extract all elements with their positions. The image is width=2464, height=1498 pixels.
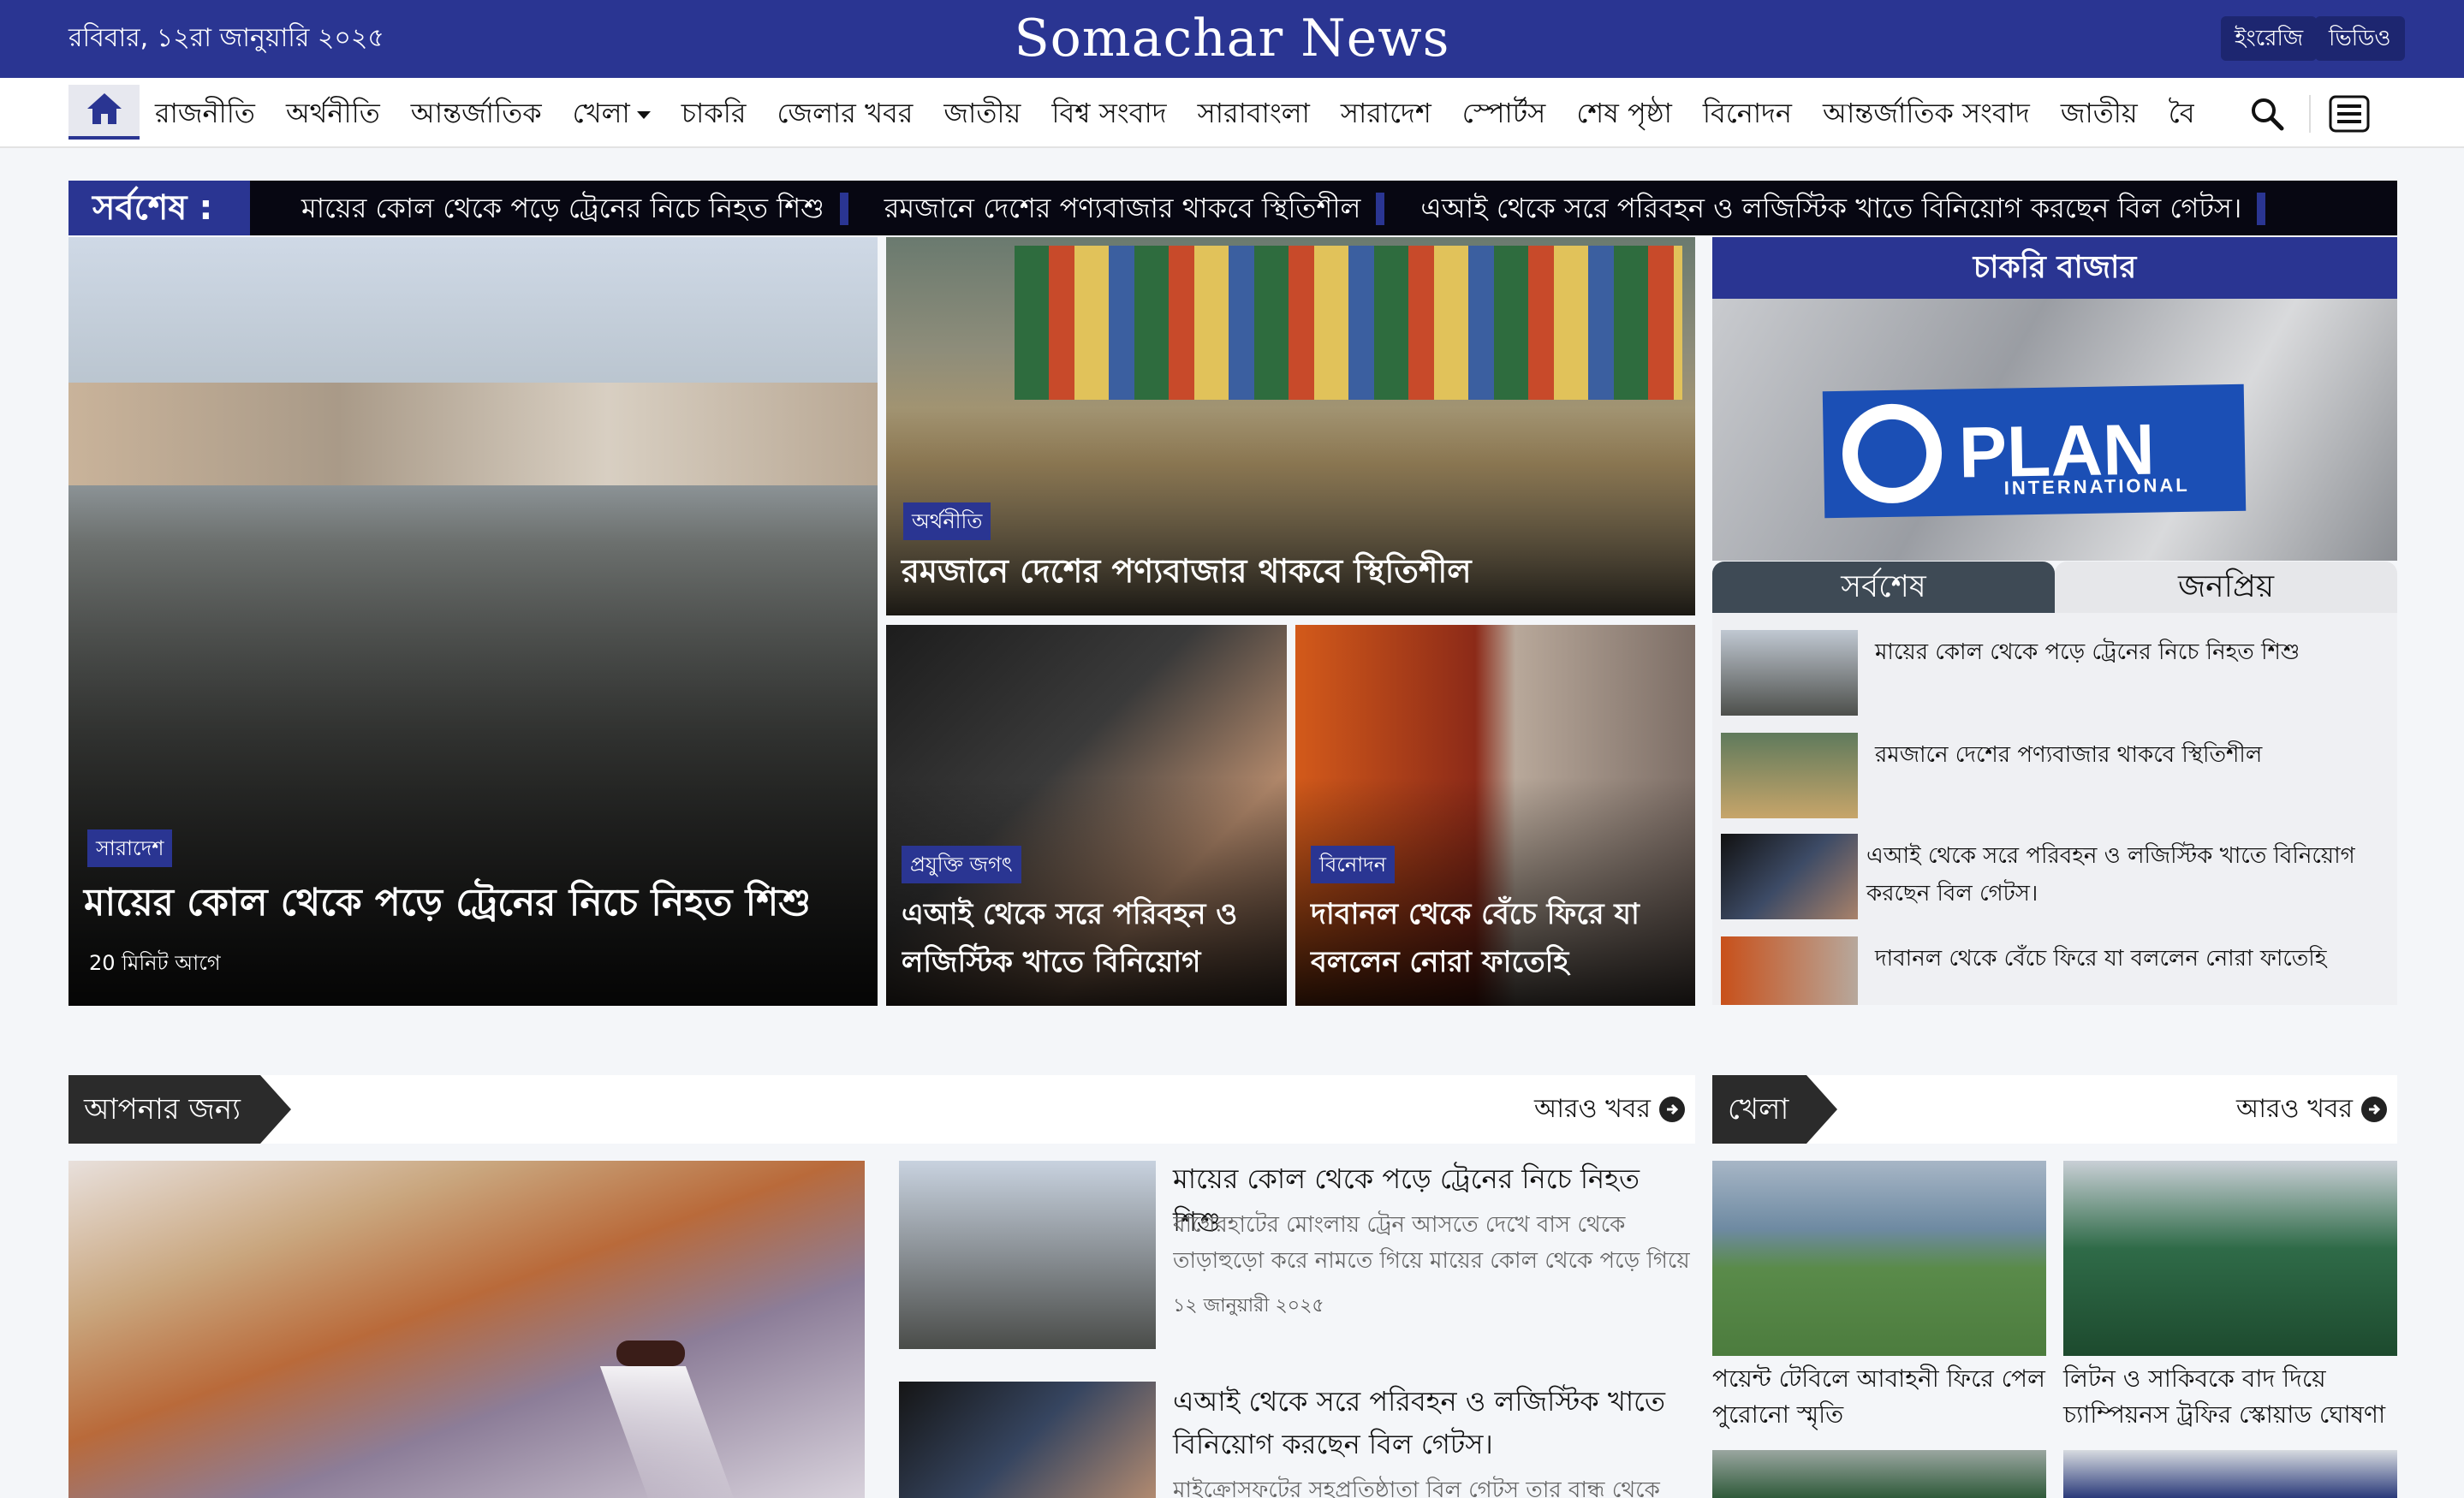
arrow-right-icon — [2361, 1097, 2387, 1122]
nav-item-last-page[interactable]: শেষ পৃষ্ঠা — [1561, 78, 1687, 148]
breaking-ticker: সর্বশেষ : মায়ের কোল থেকে পড়ে ট্রেনের ন… — [68, 181, 2397, 235]
list-item[interactable]: মায়ের কোল থেকে পড়ে ট্রেনের নিচে নিহত শ… — [1721, 630, 2389, 716]
ticker-label: সর্বশেষ : — [68, 181, 250, 235]
plan-international-ad[interactable]: PLAN INTERNATIONAL — [1712, 299, 2397, 561]
article-title[interactable]: এআই থেকে সরে পরিবহন ও লজিস্টিক খাতে বিনি… — [1173, 1380, 1687, 1465]
category-badge[interactable]: বিনোদন — [1311, 846, 1396, 883]
more-label: আরও খবর — [2235, 1094, 2353, 1124]
list-item-title: রমজানে দেশের পণ্যবাজার থাকবে স্থিতিশীল — [1875, 742, 2263, 768]
thumbnail — [1721, 630, 1858, 716]
hero-bottom-left-title[interactable]: এআই থেকে সরে পরিবহন ও লজিস্টিক খাতে বিনি… — [902, 890, 1278, 986]
category-badge[interactable]: সারাদেশ — [87, 829, 173, 867]
sports-section-header: খেলা আরও খবর — [1712, 1075, 2397, 1144]
thumbnail — [1721, 834, 1858, 919]
sports-thumbnail[interactable] — [2063, 1161, 2397, 1356]
search-icon[interactable] — [2247, 93, 2288, 134]
for-you-featured-image[interactable] — [68, 1161, 865, 1498]
nav-list: রাজনীতি অর্থনীতি আন্তর্জাতিক খেলা চাকরি জেলার… — [140, 78, 2194, 148]
plan-logo: PLAN INTERNATIONAL — [1822, 383, 2247, 519]
nav-divider — [2309, 95, 2311, 133]
nav-item-saradesh[interactable]: সারাদেশ — [1325, 78, 1447, 148]
hero-bottom-right-title[interactable]: দাবানল থেকে বেঁচে ফিরে যা বললেন নোরা ফাত… — [1311, 890, 1679, 986]
for-you-section-header: আপনার জন্য আরও খবর — [68, 1075, 1695, 1144]
nav-item-national[interactable]: জাতীয় — [928, 78, 1036, 148]
nav-home[interactable] — [68, 85, 140, 140]
nav-item-international-news[interactable]: আন্তর্জাতিক সংবাদ — [1807, 78, 2045, 148]
hero-main-card[interactable]: সারাদেশ মায়ের কোল থেকে পড়ে ট্রেনের নিচ… — [68, 237, 878, 1006]
list-item[interactable]: রমজানে দেশের পণ্যবাজার থাকবে স্থিতিশীল — [1721, 733, 2389, 818]
sports-thumbnail[interactable] — [2063, 1450, 2397, 1498]
more-label: আরও খবর — [1533, 1094, 1651, 1124]
article-excerpt: বাগেরহাটের মোংলায় ট্রেন আসতে দেখে বাস থ… — [1173, 1212, 1690, 1274]
category-badge[interactable]: প্রযুক্তি জগৎ — [902, 846, 1021, 883]
sports-title: খেলা — [1712, 1075, 1837, 1144]
nav-item-sports[interactable]: স্পোর্টস — [1447, 78, 1562, 148]
nav-item-truncated[interactable]: বৈ — [2153, 78, 2194, 148]
hero-bottom-left-card[interactable]: প্রযুক্তি জগৎ এআই থেকে সরে পরিবহন ও লজিস… — [886, 625, 1287, 1006]
helicopter-image — [616, 1340, 685, 1366]
hero-top-card[interactable]: অর্থনীতি রমজানে দেশের পণ্যবাজার থাকবে স্… — [886, 237, 1695, 615]
ticker-items: মায়ের কোল থেকে পড়ে ট্রেনের নিচে নিহত শ… — [265, 181, 2397, 235]
list-item[interactable]: এআই থেকে সরে পরিবহন ও লজিস্টিক খাতে বিনি… — [1721, 834, 2389, 919]
video-button[interactable]: ভিডিও — [2315, 16, 2405, 61]
thumbnail — [1721, 936, 1858, 1005]
nav-item-economy[interactable]: অর্থনীতি — [271, 78, 396, 148]
hero-main-time: 20 মিনিট আগে — [89, 951, 221, 975]
english-button[interactable]: ইংরেজি — [2221, 16, 2318, 61]
menu-icon[interactable] — [2329, 93, 2370, 134]
sports-item-title[interactable]: লিটন ও সাকিবকে বাদ দিয়ে চ্যাম্পিয়নস ট্… — [2063, 1361, 2397, 1433]
ticker-item[interactable]: রমজানে দেশের পণ্যবাজার থাকবে স্থিতিশীল — [848, 181, 1385, 235]
image-shade — [68, 544, 878, 1006]
latest-news-list: মায়ের কোল থেকে পড়ে ট্রেনের নিচে নিহত শ… — [1712, 613, 2397, 1005]
thumbnail — [1721, 733, 1858, 818]
sports-thumbnail[interactable] — [1712, 1161, 2046, 1356]
nav-item-politics[interactable]: রাজনীতি — [140, 78, 271, 148]
sports-item-title[interactable]: পয়েন্ট টেবিলে আবাহনী ফিরে পেল পুরোনো স্… — [1712, 1361, 2046, 1433]
article-thumbnail[interactable] — [899, 1161, 1156, 1349]
main-nav: রাজনীতি অর্থনীতি আন্তর্জাতিক খেলা চাকরি জেলার… — [0, 78, 2464, 148]
for-you-title: আপনার জন্য — [68, 1075, 291, 1144]
nav-item-sports-dropdown[interactable]: খেলা — [557, 78, 666, 148]
nav-item-sarabangla[interactable]: সারাবাংলা — [1182, 78, 1325, 148]
nav-item-entertainment[interactable]: বিনোদন — [1687, 78, 1807, 148]
nav-item-international[interactable]: আন্তর্জাতিক — [396, 78, 557, 148]
jobs-section-title[interactable]: চাকরি বাজার — [1712, 237, 2397, 299]
article-thumbnail[interactable] — [899, 1382, 1156, 1498]
list-item-title: এআই থেকে সরে পরিবহন ও লজিস্টিক খাতে বিনি… — [1866, 843, 2355, 907]
hero-bottom-right-card[interactable]: বিনোদন দাবানল থেকে বেঁচে ফিরে যা বললেন ন… — [1295, 625, 1695, 1006]
sports-thumbnail[interactable] — [1712, 1450, 2046, 1498]
list-item-title: মায়ের কোল থেকে পড়ে ট্রেনের নিচে নিহত শ… — [1875, 639, 2300, 665]
hero-main-image — [68, 383, 878, 485]
tab-popular[interactable]: জনপ্রিয় — [2055, 562, 2397, 613]
chevron-down-icon — [636, 110, 651, 119]
nav-item-world-news[interactable]: বিশ্ব সংবাদ — [1036, 78, 1181, 148]
hero-top-image — [1015, 246, 1682, 400]
ticker-item[interactable]: এআই থেকে সরে পরিবহন ও লজিস্টিক খাতে বিনি… — [1384, 181, 2266, 235]
top-bar: রবিবার, ১২রা জানুয়ারি ২০২৫ Somachar New… — [0, 0, 2464, 78]
ticker-item[interactable]: মায়ের কোল থেকে পড়ে ট্রেনের নিচে নিহত শ… — [265, 181, 848, 235]
article-date: ১২ জানুয়ারী ২০২৫ — [1173, 1295, 1324, 1317]
arrow-right-icon — [1659, 1097, 1685, 1122]
list-item-title: দাবানল থেকে বেঁচে ফিরে যা বললেন নোরা ফাত… — [1875, 946, 2327, 972]
sports-more-link[interactable]: আরও খবর — [2236, 1075, 2387, 1144]
nav-item-label: খেলা — [572, 97, 630, 129]
plan-logo-subtext: INTERNATIONAL — [2003, 473, 2190, 499]
nav-item-national-2[interactable]: জাতীয় — [2045, 78, 2153, 148]
hero-main-title[interactable]: মায়ের কোল থেকে পড়ে ট্রেনের নিচে নিহত শ… — [84, 879, 811, 927]
tab-latest[interactable]: সর্বশেষ — [1712, 562, 2055, 613]
hero-top-title[interactable]: রমজানে দেশের পণ্যবাজার থাকবে স্থিতিশীল — [902, 547, 1472, 595]
category-badge[interactable]: অর্থনীতি — [903, 502, 991, 540]
site-logo[interactable]: Somachar News — [0, 5, 2464, 72]
article-excerpt: মাইক্রোসফটের সহপ্রতিষ্ঠাতা বিল গেটস তার … — [1173, 1477, 1660, 1498]
list-item[interactable]: দাবানল থেকে বেঁচে ফিরে যা বললেন নোরা ফাত… — [1721, 936, 2389, 1005]
plan-emblem-icon — [1842, 402, 1943, 504]
for-you-more-link[interactable]: আরও খবর — [1534, 1075, 1685, 1144]
nav-item-district-news[interactable]: জেলার খবর — [761, 78, 928, 148]
home-icon — [86, 92, 123, 129]
nav-item-jobs[interactable]: চাকরি — [666, 78, 762, 148]
water-drop-image — [599, 1366, 736, 1498]
